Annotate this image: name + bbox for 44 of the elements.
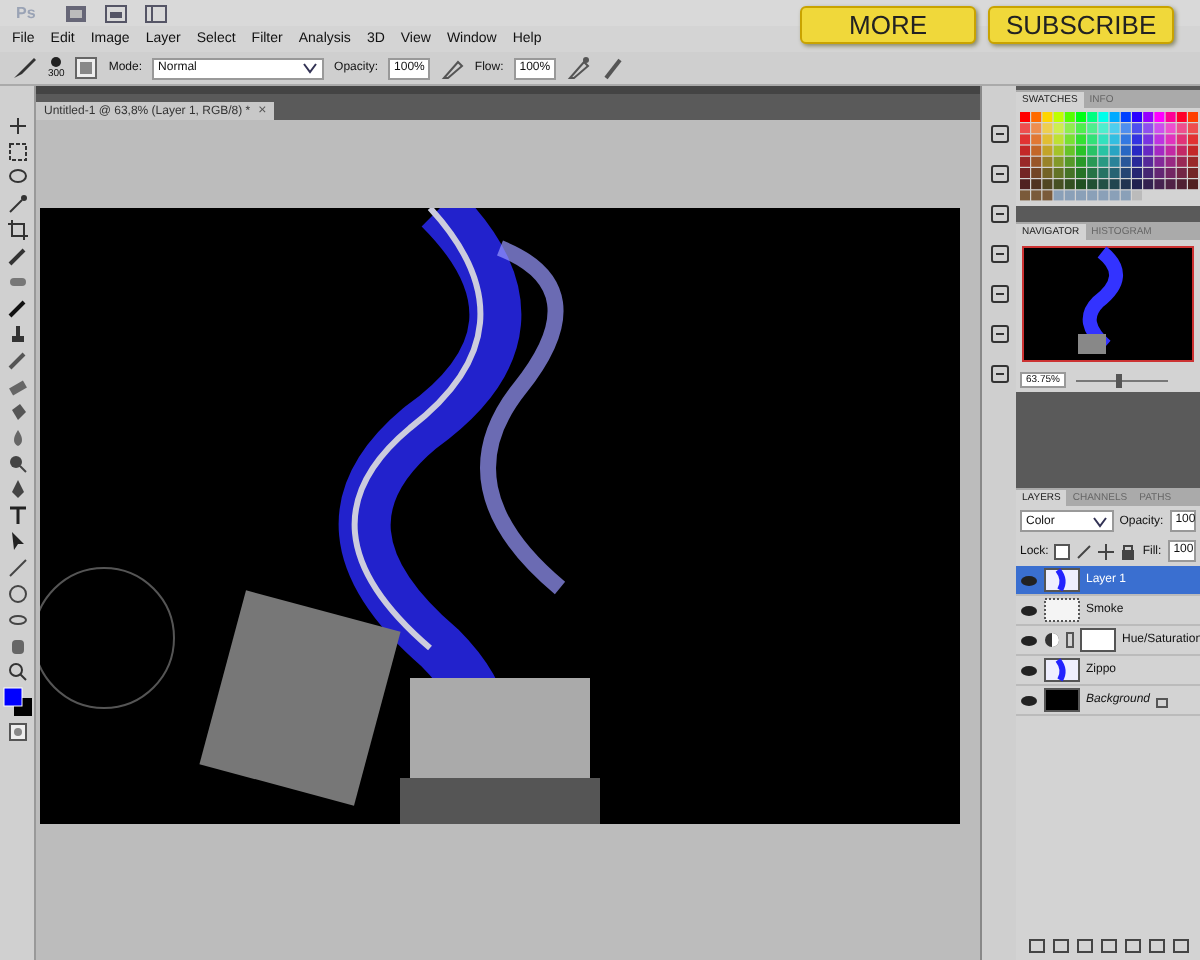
quick-mask-icon[interactable] <box>5 720 29 744</box>
layer-thumbnail <box>1044 688 1080 712</box>
tablet-pressure-icon[interactable] <box>600 56 625 80</box>
brush-icon[interactable] <box>10 56 38 80</box>
layer-thumbnail <box>1044 568 1080 592</box>
brush-tool-icon[interactable] <box>5 296 29 320</box>
color-swatches-grid[interactable] <box>1020 112 1200 202</box>
eye-icon[interactable] <box>1020 663 1038 677</box>
lock-brush-icon[interactable] <box>1076 543 1093 559</box>
brush-panel-icon[interactable] <box>74 56 99 80</box>
layer-thumbnail <box>1044 658 1080 682</box>
line-tool-icon[interactable] <box>5 556 29 580</box>
layer-thumbnail <box>1044 598 1080 622</box>
airbrush-icon[interactable] <box>566 56 591 80</box>
dodge-tool-icon[interactable] <box>5 452 29 476</box>
color-swatches-icon[interactable] <box>1 686 33 718</box>
3d-rotate-icon[interactable] <box>5 582 29 606</box>
annotation-button[interactable]: MORE <box>800 6 976 44</box>
image-icon[interactable] <box>64 1 88 25</box>
layout-icon[interactable] <box>144 1 168 25</box>
chain-icon <box>1066 632 1074 648</box>
wand-tool-icon[interactable] <box>5 192 29 216</box>
brush-dot-icon <box>50 56 63 68</box>
eye-icon[interactable] <box>1020 603 1038 617</box>
lock-move-icon[interactable] <box>1098 543 1115 559</box>
layer-thumbnail <box>1080 628 1116 652</box>
history-brush-icon[interactable] <box>5 348 29 372</box>
type-tool-icon[interactable] <box>5 504 29 528</box>
adjustment-icon <box>1044 632 1060 648</box>
slider-thumb[interactable] <box>1115 373 1122 387</box>
eye-icon[interactable] <box>1020 693 1038 707</box>
caret-icon <box>1091 515 1108 527</box>
airbrush-icon[interactable] <box>440 56 465 80</box>
annotation-button[interactable]: SUBSCRIBE <box>988 6 1175 44</box>
eye-icon[interactable] <box>1020 633 1038 647</box>
frame-icon[interactable] <box>104 1 128 25</box>
lock-pixels-icon[interactable] <box>1054 543 1071 559</box>
marquee-tool-icon[interactable] <box>5 140 29 164</box>
caret-icon <box>302 62 319 74</box>
move-tool-icon[interactable] <box>5 114 29 138</box>
app-logo: Ps <box>16 4 38 22</box>
zoom-tool-icon[interactable] <box>5 660 29 684</box>
crop-tool-icon[interactable] <box>5 218 29 242</box>
eyedropper-tool-icon[interactable] <box>5 244 29 268</box>
